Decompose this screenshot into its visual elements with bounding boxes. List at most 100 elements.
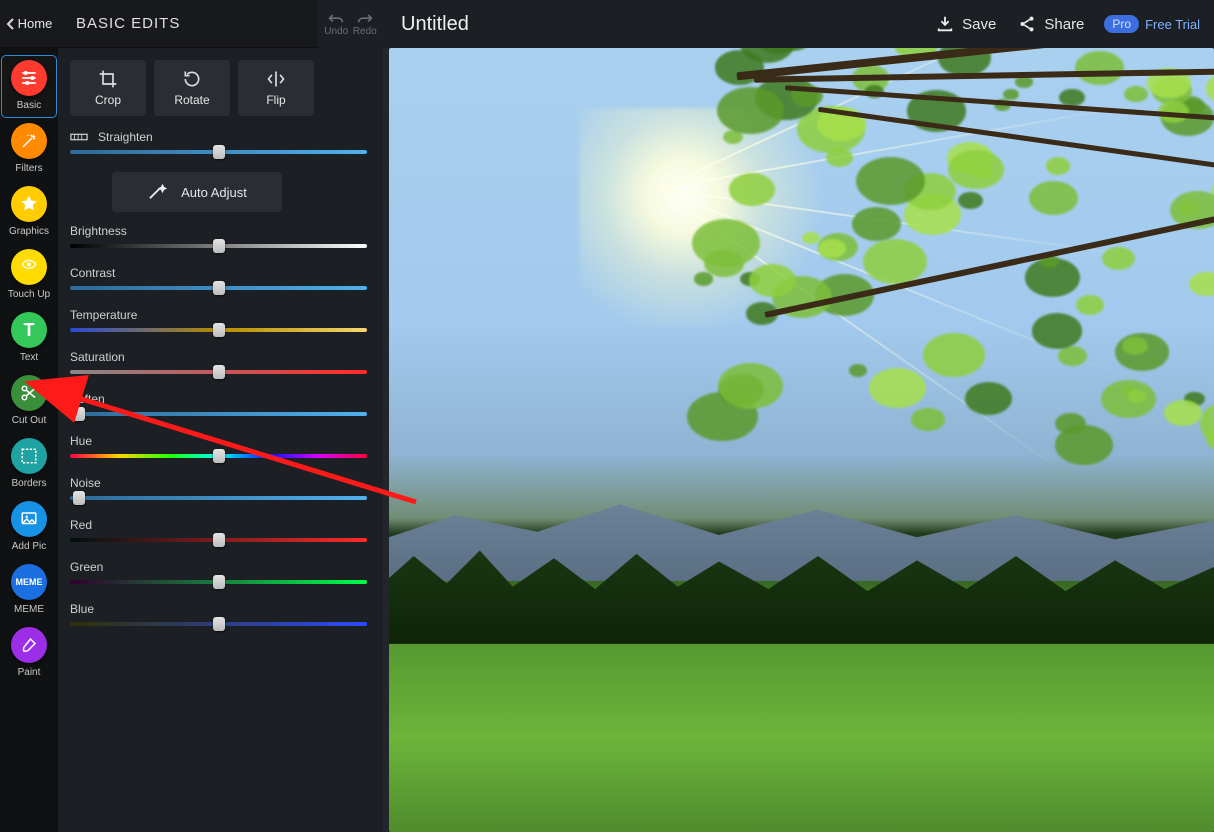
slider-label: Noise: [70, 476, 367, 490]
slider-hue: Hue: [70, 434, 367, 458]
slider-track[interactable]: [70, 622, 367, 626]
picture-icon: [11, 501, 47, 537]
slider-thumb[interactable]: [213, 617, 225, 631]
MEME-icon: MEME: [11, 564, 47, 600]
slider-thumb[interactable]: [73, 491, 85, 505]
dock-item-borders[interactable]: Borders: [2, 434, 56, 495]
home-button[interactable]: Home: [0, 0, 58, 48]
document-title[interactable]: Untitled: [401, 13, 469, 36]
sliders-icon: [11, 60, 47, 96]
slider-track[interactable]: [70, 496, 367, 500]
slider-thumb[interactable]: [213, 323, 225, 337]
slider-noise: Noise: [70, 476, 367, 500]
slider-label: Temperature: [70, 308, 367, 322]
slider-label: Brightness: [70, 224, 367, 238]
slider-label: Soften: [70, 392, 367, 406]
dock-item-meme[interactable]: MEMEMEME: [2, 560, 56, 621]
slider-thumb[interactable]: [213, 449, 225, 463]
free-trial-link[interactable]: Free Trial: [1145, 17, 1200, 32]
wand-icon: [147, 183, 169, 201]
slider-green: Green: [70, 560, 367, 584]
dock-item-label: Cut Out: [12, 415, 46, 426]
slider-track[interactable]: [70, 412, 367, 416]
rotate-icon: [181, 69, 203, 89]
image-preview: [389, 48, 1214, 832]
redo-button[interactable]: Redo: [353, 12, 377, 37]
slider-track[interactable]: [70, 454, 367, 458]
undo-label: Undo: [324, 26, 348, 37]
share-label: Share: [1044, 16, 1084, 33]
slider-contrast: Contrast: [70, 266, 367, 290]
redo-label: Redo: [353, 26, 377, 37]
auto-adjust-button[interactable]: Auto Adjust: [112, 172, 282, 212]
save-label: Save: [962, 16, 996, 33]
crop-button[interactable]: Crop: [70, 60, 146, 116]
slider-track[interactable]: [70, 580, 367, 584]
eye-icon: [11, 249, 47, 285]
slider-track[interactable]: [70, 150, 367, 154]
save-button[interactable]: Save: [936, 15, 996, 33]
frame-icon: [11, 438, 47, 474]
slider-label: Green: [70, 560, 367, 574]
dock-item-cut-out[interactable]: Cut Out: [2, 371, 56, 432]
straighten-icon: [70, 131, 88, 143]
slider-track[interactable]: [70, 538, 367, 542]
flip-button[interactable]: Flip: [238, 60, 314, 116]
dock-item-label: Filters: [15, 163, 42, 174]
dock-item-label: Basic: [17, 100, 41, 111]
slider-thumb[interactable]: [213, 239, 225, 253]
dock-item-touch-up[interactable]: Touch Up: [2, 245, 56, 306]
rotate-label: Rotate: [174, 93, 209, 107]
dock-item-label: Text: [20, 352, 38, 363]
dock-item-text[interactable]: T Text: [2, 308, 56, 369]
slider-label: Contrast: [70, 266, 367, 280]
slider-thumb[interactable]: [73, 407, 85, 421]
pro-badge[interactable]: Pro: [1104, 15, 1139, 33]
dock-item-label: Touch Up: [8, 289, 50, 300]
dock-item-label: Graphics: [9, 226, 49, 237]
undo-redo-group: Undo Redo: [318, 0, 383, 48]
scissors-icon: [11, 375, 47, 411]
download-icon: [936, 15, 954, 33]
home-label: Home: [18, 16, 53, 31]
undo-button[interactable]: Undo: [324, 12, 348, 37]
wand-icon: [11, 123, 47, 159]
crop-icon: [97, 69, 119, 89]
slider-thumb[interactable]: [213, 533, 225, 547]
dock-item-label: Borders: [11, 478, 46, 489]
slider-track[interactable]: [70, 370, 367, 374]
slider-label: Saturation: [70, 350, 367, 364]
rotate-button[interactable]: Rotate: [154, 60, 230, 116]
slider-track[interactable]: [70, 328, 367, 332]
T-icon: T: [11, 312, 47, 348]
slider-brightness: Brightness: [70, 224, 367, 248]
dock-item-label: Add Pic: [12, 541, 46, 552]
chevron-left-icon: [6, 18, 16, 30]
slider-label: Red: [70, 518, 367, 532]
header-main: Untitled Save Share Pro Free Trial: [383, 0, 1214, 48]
crop-label: Crop: [95, 93, 121, 107]
dock-item-filters[interactable]: Filters: [2, 119, 56, 180]
slider-track[interactable]: [70, 286, 367, 290]
canvas-area[interactable]: [383, 48, 1214, 832]
slider-red: Red: [70, 518, 367, 542]
dock-item-paint[interactable]: Paint: [2, 623, 56, 684]
left-dock: Basic Filters Graphics Touch Up T Text Cut Out…: [0, 48, 58, 832]
panel-title-text: BASIC EDITS: [76, 15, 180, 32]
slider-soften: Soften: [70, 392, 367, 416]
brush-icon: [11, 627, 47, 663]
slider-track[interactable]: [70, 244, 367, 248]
slider-thumb[interactable]: [213, 365, 225, 379]
slider-thumb[interactable]: [213, 281, 225, 295]
dock-item-label: Paint: [18, 667, 41, 678]
dock-item-basic[interactable]: Basic: [2, 56, 56, 117]
star-icon: [11, 186, 47, 222]
share-button[interactable]: Share: [1018, 15, 1084, 33]
slider-label: Hue: [70, 434, 367, 448]
slider-thumb[interactable]: [213, 575, 225, 589]
dock-item-graphics[interactable]: Graphics: [2, 182, 56, 243]
dock-item-add-pic[interactable]: Add Pic: [2, 497, 56, 558]
slider-thumb[interactable]: [213, 145, 225, 159]
slider-label: Straighten: [70, 130, 367, 144]
undo-icon: [328, 12, 344, 26]
